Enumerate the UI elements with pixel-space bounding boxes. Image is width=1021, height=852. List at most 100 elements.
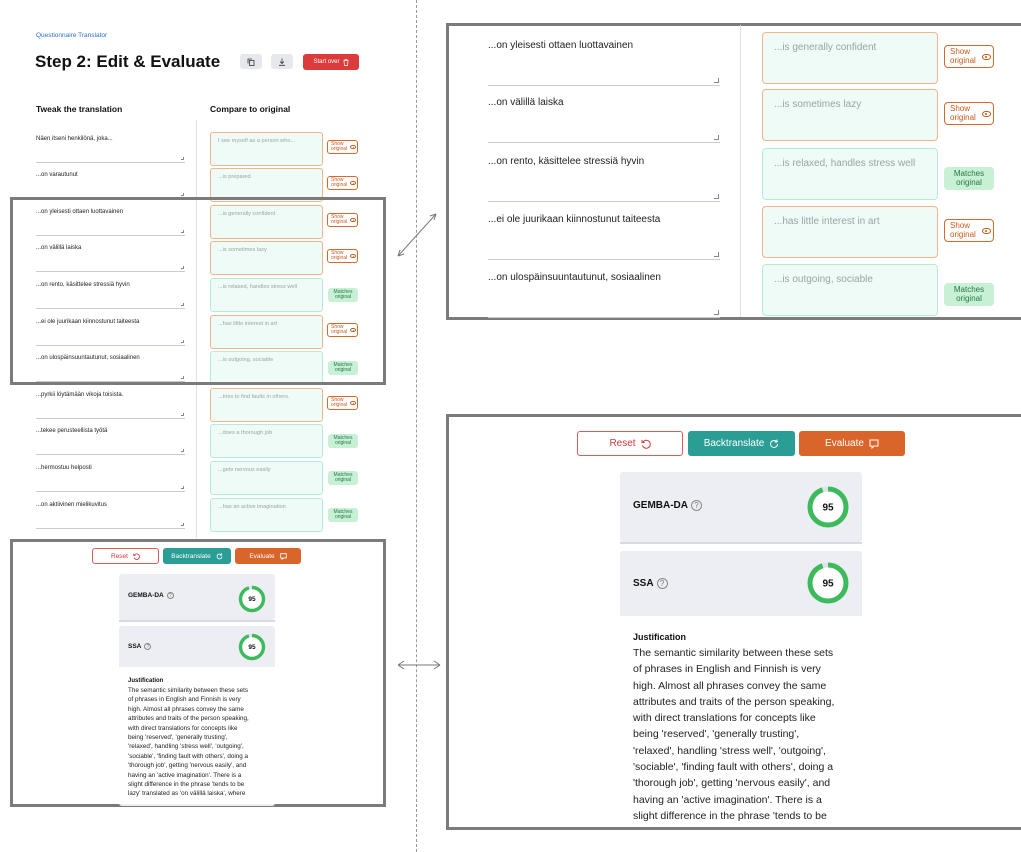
resize-handle[interactable] <box>714 252 719 257</box>
translation-text: ...on aktiivinen mielikuvitus <box>36 502 108 508</box>
matches-label: Matches original <box>333 471 353 483</box>
reset-icon <box>641 439 651 449</box>
translation-text: ...on ulospäinsuuntautunut, sosiaalinen <box>488 272 661 283</box>
backtranslation-field: I see myself as a person who... <box>210 132 323 166</box>
resize-handle[interactable] <box>714 310 719 315</box>
justification-line: The semantic similarity between these se… <box>633 647 834 659</box>
justification-line: attributes and traits of the person spea… <box>128 715 249 723</box>
show-original-button[interactable]: Show original <box>944 219 994 242</box>
textarea-underline <box>488 317 720 318</box>
show-original-button[interactable]: Show original <box>327 140 358 154</box>
justification-line: 'sociable', 'finding fault with others',… <box>128 752 248 760</box>
backtranslation-field: ...is outgoing, sociable <box>762 264 938 316</box>
vertical-divider <box>416 0 417 852</box>
download-button[interactable] <box>271 54 293 69</box>
evaluate-label: Evaluate <box>825 438 864 449</box>
gemba-label: GEMBA-DA <box>128 592 164 599</box>
justification-title-small: Justification <box>128 678 164 684</box>
resize-handle[interactable] <box>181 449 184 452</box>
eye-icon <box>981 227 991 234</box>
tweak-heading: Tweak the translation <box>36 104 123 114</box>
translation-text: ...tekee perusteellista työtä <box>36 428 108 434</box>
reset-button[interactable]: Reset <box>577 431 683 456</box>
refresh-icon <box>216 552 223 559</box>
justification-line: of phrases in English and Finnish is ver… <box>633 663 821 676</box>
justification-line: 'thorough job', getting 'nervous easily'… <box>633 777 831 790</box>
zoom-frame-rows <box>10 197 386 385</box>
show-original-button[interactable]: Show original <box>944 45 994 68</box>
download-icon <box>279 58 285 66</box>
justification-line: slight difference in the phrase 'tends t… <box>633 809 827 822</box>
resize-handle[interactable] <box>181 157 184 160</box>
resize-handle[interactable] <box>181 413 184 416</box>
matches-label: Matches original <box>333 434 353 446</box>
show-original-label: Show original <box>950 104 976 122</box>
help-icon[interactable]: ? <box>656 578 668 589</box>
reset-button-small[interactable]: Reset <box>92 548 159 564</box>
translation-text: Näen itseni henkilönä, joka... <box>36 136 113 142</box>
justification-line: high. Almost all phrases convey the same <box>128 705 244 713</box>
backtranslation-field: ...has little interest in art <box>762 206 938 258</box>
matches-original-badge: Matches original <box>944 283 994 306</box>
resize-handle[interactable] <box>181 193 184 196</box>
feedback-icon <box>869 439 879 449</box>
translation-text: ...on välillä laiska <box>488 97 564 108</box>
matches-original-badge: Matches original <box>328 471 358 485</box>
ssa-name-small: SSA? <box>128 643 152 650</box>
justification-line: being 'reserved', 'generally trusting', <box>128 734 228 742</box>
justification-line: 'relaxed', handling 'stress well', 'outg… <box>633 744 826 757</box>
copy-button[interactable] <box>240 54 262 69</box>
justification-text-small: The semantic similarity between these se… <box>128 686 278 804</box>
justification-line: being 'reserved', 'generally trusting', <box>633 728 800 741</box>
justification-line: with direct translations for concepts li… <box>633 712 816 725</box>
show-original-label: Show original <box>331 140 348 152</box>
eye-icon <box>981 110 991 117</box>
help-icon[interactable]: ? <box>144 643 152 650</box>
resize-handle[interactable] <box>714 135 719 140</box>
eye-icon <box>981 53 991 60</box>
show-original-button[interactable]: Show original <box>327 396 358 410</box>
evaluate-button-small[interactable]: Evaluate <box>235 548 301 564</box>
help-icon[interactable]: ? <box>166 592 174 599</box>
ssa-label: SSA <box>128 643 142 650</box>
backtranslation-field: ...is generally confident <box>762 32 938 84</box>
resize-handle[interactable] <box>181 486 184 489</box>
matches-label: Matches original <box>333 508 353 520</box>
backtranslation-field: ...is relaxed, handles stress well <box>762 148 938 200</box>
app-name: Questionnaire Translator <box>36 32 108 39</box>
resize-handle[interactable] <box>714 194 719 199</box>
zoom-connector-arrow <box>397 213 437 257</box>
translation-text: ...pyrkii löytämään vikoja toisista. <box>36 392 124 398</box>
show-original-label: Show original <box>331 396 348 408</box>
show-original-button[interactable]: Show original <box>944 102 994 125</box>
figure-canvas: Questionnaire Translator Step 2: Edit & … <box>0 0 1021 852</box>
start-over-button[interactable]: Start over <box>303 54 359 70</box>
reset-label: Reset <box>609 438 636 449</box>
justification-line: 'thorough job', getting 'nervous easily'… <box>128 762 247 770</box>
textarea-underline <box>488 201 720 202</box>
evaluate-button[interactable]: Evaluate <box>799 431 905 456</box>
justification-line: high. Almost all phrases convey the same <box>633 679 827 692</box>
resize-handle[interactable] <box>714 78 719 83</box>
help-icon[interactable]: ? <box>691 500 702 511</box>
show-original-button[interactable]: Show original <box>327 176 358 190</box>
backtranslate-button[interactable]: Backtranslate <box>688 431 795 456</box>
gauge-score: 95 <box>248 644 256 651</box>
matches-original-badge: Matches original <box>328 434 358 448</box>
copy-icon <box>247 58 255 66</box>
backtranslation-field: ...gets nervous easily <box>210 461 323 495</box>
ssa-label: SSA <box>633 578 654 589</box>
justification-line: having an 'active imagination'. There is… <box>128 771 242 779</box>
backtranslation-field: ...is sometimes lazy <box>762 89 938 141</box>
textarea-underline <box>488 142 720 143</box>
justification-line: attributes and traits of the person spea… <box>633 695 835 708</box>
backtranslate-button-small[interactable]: Backtranslate <box>163 548 231 564</box>
backtranslate-label: Backtranslate <box>703 438 765 449</box>
justification-line: with direct translations for concepts li… <box>128 724 238 732</box>
feedback-icon <box>279 552 287 560</box>
start-over-label: Start over <box>313 59 340 65</box>
translation-text: ...on rento, käsittelee stressiä hyvin <box>488 156 645 167</box>
backtranslation-field: ...does a thorough job <box>210 424 323 458</box>
textarea-underline <box>488 259 720 260</box>
resize-handle[interactable] <box>181 523 184 526</box>
